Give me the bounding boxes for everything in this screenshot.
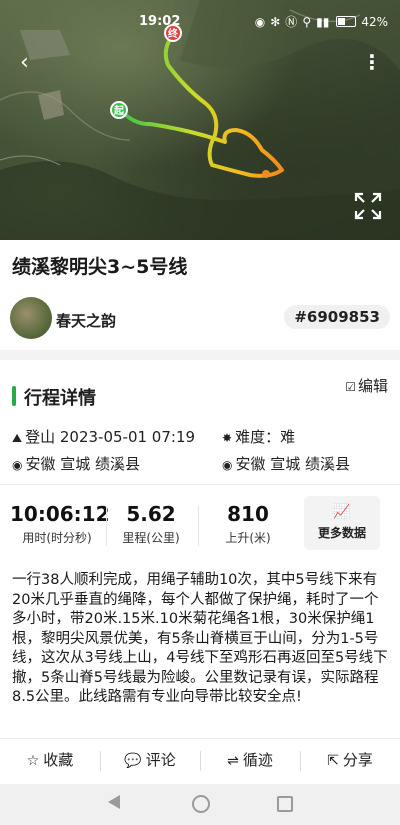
mountain-icon: ⛰ — [12, 431, 23, 445]
activity-info: ⛰ 登山 2023-05-01 07:19 — [12, 426, 195, 447]
comment-icon: 💬 — [124, 753, 142, 769]
status-bar: 19:02 ◉ ✻ Ⓝ ⚲ ▮▮ 42% — [0, 0, 400, 40]
follow-track-label: 循迹 — [242, 751, 273, 769]
duration-value: 10:06:12 — [10, 502, 110, 526]
difficulty-info: ✸ 难度：难 — [222, 426, 295, 447]
section-title: 行程详情 — [24, 388, 96, 409]
section-divider — [0, 350, 400, 360]
author-row[interactable]: 春天之韵 #6909853 — [10, 297, 390, 341]
follow-track-button[interactable]: ⇌ 循迹 — [200, 739, 300, 783]
expand-icon[interactable] — [354, 192, 382, 220]
edit-label: 编辑 — [357, 377, 388, 395]
nfc-icon: Ⓝ — [285, 15, 298, 29]
favorite-button[interactable]: ☆ 收藏 — [0, 739, 100, 783]
distance-label: 里程(公里) — [122, 531, 180, 545]
action-bar: ☆ 收藏 💬 评论 ⇌ 循迹 ⇱ 分享 — [0, 738, 400, 783]
difficulty-icon: ✸ — [222, 431, 233, 445]
end-marker: 终 — [164, 24, 182, 42]
activity-text: 登山 2023-05-01 07:19 — [25, 428, 196, 446]
battery-percent: 42% — [361, 14, 388, 29]
share-button[interactable]: ⇱ 分享 — [300, 739, 400, 783]
comment-button[interactable]: 💬 评论 — [100, 739, 200, 783]
system-nav-bar — [0, 784, 400, 825]
ascent-value: 810 — [227, 502, 269, 526]
favorite-label: 收藏 — [43, 751, 74, 769]
nav-home-icon[interactable] — [192, 795, 210, 813]
status-icons: ◉ ✻ Ⓝ ⚲ ▮▮ 42% — [255, 13, 388, 30]
share-icon: ⇱ — [327, 753, 339, 769]
more-vertical-icon[interactable]: ⋮ — [362, 52, 382, 72]
star-icon: ☆ — [26, 753, 40, 769]
route-title: 绩溪黎明尖3~5号线 — [12, 256, 188, 278]
stat-divider — [106, 506, 107, 546]
edit-button[interactable]: ☑ 编辑 — [345, 375, 388, 396]
start-location: ◉ 安徽 宣城 绩溪县 — [12, 453, 140, 474]
stat-divider — [198, 506, 199, 546]
start-marker: 起 — [110, 101, 128, 119]
share-label: 分享 — [342, 751, 373, 769]
nav-back-icon[interactable] — [108, 795, 120, 809]
location-pin-icon: ◉ — [12, 458, 23, 472]
end-location: ◉ 安徽 宣城 绩溪县 — [222, 453, 350, 474]
route-id-badge: #6909853 — [284, 305, 390, 329]
track-icon: ⇌ — [227, 753, 239, 769]
stat-ascent: 810 上升(米) — [204, 502, 292, 546]
back-arrow-icon[interactable]: ‹ — [20, 52, 29, 74]
location-icon: ⚲ — [302, 14, 312, 29]
route-map[interactable]: 19:02 ◉ ✻ Ⓝ ⚲ ▮▮ 42% ‹ ⋮ 起 终 — [0, 0, 400, 240]
section-accent — [12, 386, 16, 406]
eye-icon: ◉ — [254, 14, 266, 29]
more-data-button[interactable]: 📈 更多数据 — [304, 496, 380, 550]
difficulty-text: 难度：难 — [235, 428, 296, 446]
ascent-label: 上升(米) — [225, 531, 271, 545]
chart-icon: 📈 — [333, 504, 351, 520]
nav-recents-icon[interactable] — [277, 796, 293, 812]
stat-distance: 5.62 里程(公里) — [112, 502, 190, 546]
signal-icon: ▮▮ — [316, 14, 330, 29]
stat-duration: 10:06:12 用时(时分秒) — [10, 502, 110, 546]
avatar[interactable] — [10, 297, 52, 339]
divider — [0, 484, 400, 485]
end-location-text: 安徽 宣城 绩溪县 — [235, 455, 351, 473]
stats-panel: 10:06:12 用时(时分秒) 5.62 里程(公里) 810 上升(米) 📈… — [0, 494, 400, 554]
edit-icon: ☑ — [345, 380, 356, 394]
duration-label: 用时(时分秒) — [22, 531, 92, 545]
distance-value: 5.62 — [126, 502, 176, 526]
location-pin-icon: ◉ — [222, 458, 233, 472]
start-location-text: 安徽 宣城 绩溪县 — [25, 455, 141, 473]
comment-label: 评论 — [145, 751, 176, 769]
author-name[interactable]: 春天之韵 — [56, 310, 116, 331]
route-description: 一行38人顺利完成，用绳子辅助10次，其中5号线下来有20米几乎垂直的绳降，每个… — [12, 572, 388, 705]
more-data-label: 更多数据 — [317, 526, 366, 540]
battery-icon — [336, 16, 357, 27]
notification-icon: ✻ — [270, 14, 281, 29]
